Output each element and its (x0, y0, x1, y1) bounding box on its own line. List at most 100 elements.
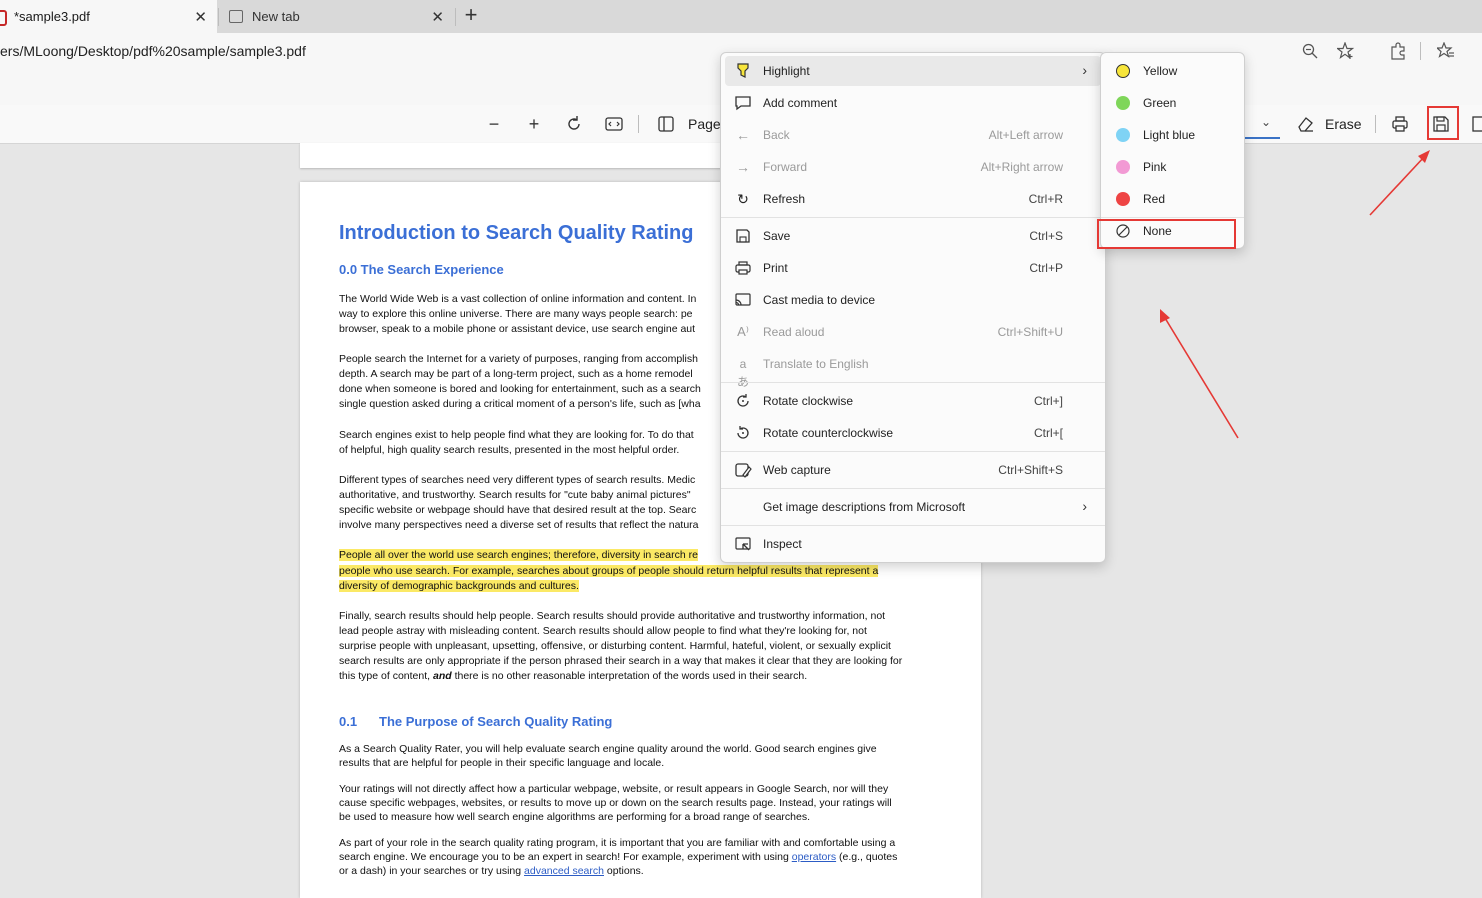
print-icon[interactable] (1391, 115, 1409, 133)
menu-separator (721, 217, 1105, 218)
close-tab-icon[interactable]: ✕ (194, 8, 207, 26)
green-swatch-icon (1116, 96, 1130, 110)
menu-separator (721, 525, 1105, 526)
erase-label[interactable]: Erase (1325, 116, 1362, 132)
operators-link[interactable]: operators (792, 851, 836, 863)
arrowhead-icon (1418, 150, 1430, 163)
text-line: As a Search Quality Rater, you will help… (339, 743, 877, 755)
text-fragment: this type of content, (339, 670, 431, 682)
eraser-icon[interactable] (1296, 115, 1314, 133)
menu-item-shortcut: Ctrl+S (1029, 229, 1063, 243)
menu-item-web-capture[interactable]: Web capture Ctrl+Shift+S (725, 455, 1101, 485)
pdf-icon (0, 10, 7, 26)
text-line: lead people astray with misleading conte… (339, 625, 867, 637)
menu-item-back[interactable]: ← Back Alt+Left arrow (725, 120, 1101, 150)
page-view-icon[interactable] (657, 115, 675, 133)
chevron-right-icon: › (1082, 498, 1087, 514)
menu-item-inspect[interactable]: Inspect (725, 529, 1101, 559)
new-tab-button[interactable]: + (458, 4, 484, 28)
color-option-light-blue[interactable]: Light blue (1105, 120, 1240, 150)
color-option-label: Pink (1143, 160, 1167, 174)
menu-item-save[interactable]: Save Ctrl+S (725, 221, 1101, 251)
color-option-pink[interactable]: Pink (1105, 152, 1240, 182)
menu-item-label: Refresh (763, 192, 806, 206)
section-heading: 0.0 The Search Experience (339, 262, 504, 277)
fit-width-icon[interactable] (605, 116, 623, 132)
menu-item-shortcut: Alt+Left arrow (988, 128, 1063, 142)
context-menu: Highlight › Add comment ← Back Alt+Left … (720, 52, 1106, 563)
menu-item-rotate-counterclockwise[interactable]: Rotate counterclockwise Ctrl+[ (725, 418, 1101, 448)
menu-item-label: Highlight (763, 64, 810, 78)
menu-item-label: Add comment (763, 96, 838, 110)
tab-new-tab[interactable]: New tab ✕ (220, 0, 454, 33)
menu-item-shortcut: Ctrl+[ (1033, 426, 1063, 440)
menu-item-forward[interactable]: → Forward Alt+Right arrow (725, 152, 1101, 182)
menu-item-label: Print (763, 261, 788, 275)
highlighted-text[interactable]: People all over the world use search eng… (339, 549, 698, 561)
url-text[interactable]: ers/MLoong/Desktop/pdf%20sample/sample3.… (0, 43, 306, 59)
section-number: 0.1 (339, 714, 358, 729)
color-option-label: Yellow (1143, 64, 1178, 78)
color-option-yellow[interactable]: Yellow (1105, 56, 1240, 86)
highlighted-text[interactable]: diversity of demographic backgrounds and… (339, 580, 579, 592)
color-option-label: Red (1143, 192, 1166, 206)
color-option-green[interactable]: Green (1105, 88, 1240, 118)
menu-item-label: Get image descriptions from Microsoft (763, 500, 966, 514)
menu-item-print[interactable]: Print Ctrl+P (725, 253, 1101, 283)
add-favorite-icon[interactable] (1337, 42, 1355, 60)
red-swatch-icon (1116, 192, 1130, 206)
zoom-out-icon[interactable]: − (484, 114, 504, 134)
cast-icon (735, 293, 751, 306)
menu-item-shortcut: Ctrl+P (1029, 261, 1063, 275)
menu-item-rotate-clockwise[interactable]: Rotate clockwise Ctrl+] (725, 386, 1101, 416)
menu-item-translate[interactable]: aあ Translate to English (725, 349, 1101, 389)
advanced-search-link[interactable]: advanced search (524, 865, 604, 877)
annotation-box-save (1427, 106, 1459, 140)
toolbar-divider (1375, 115, 1376, 133)
print-icon (735, 261, 751, 275)
menu-item-image-descriptions[interactable]: Get image descriptions from Microsoft › (725, 492, 1101, 522)
annotation-arrow (1369, 155, 1426, 216)
highlighted-text[interactable]: people who use search. For example, sear… (339, 564, 879, 577)
menu-item-label: Save (763, 229, 791, 243)
menu-item-read-aloud[interactable]: A⁾ Read aloud Ctrl+Shift+U (725, 317, 1101, 347)
close-tab-icon[interactable]: ✕ (431, 8, 444, 26)
color-option-red[interactable]: Red (1105, 184, 1240, 214)
highlight-dropdown[interactable]: ⌄ (1243, 111, 1280, 139)
tab-sample3-pdf[interactable]: *sample3.pdf ✕ (0, 0, 217, 33)
rotate-icon[interactable] (565, 115, 583, 133)
tab-divider (455, 8, 456, 26)
zoom-icon[interactable] (1302, 43, 1318, 59)
menu-item-shortcut: Ctrl+R (1028, 192, 1063, 206)
menu-item-refresh[interactable]: ↻ Refresh Ctrl+R (725, 184, 1101, 214)
menu-item-add-comment[interactable]: Add comment (725, 88, 1101, 118)
yellow-swatch-icon (1116, 64, 1130, 78)
tab-strip: *sample3.pdf ✕ New tab ✕ + (0, 0, 1482, 33)
paragraph: As part of your role in the search quali… (339, 836, 945, 878)
paragraph: Finally, search results should help peop… (339, 609, 945, 684)
text-line: surprise people with unpleasant, upsetti… (339, 640, 891, 652)
menu-item-shortcut: Ctrl+Shift+U (997, 325, 1063, 339)
extensions-icon[interactable] (1389, 42, 1407, 60)
menu-item-label: Rotate counterclockwise (763, 426, 894, 440)
text-line: cause specific webpages, websites, or re… (339, 797, 892, 809)
zoom-in-icon[interactable]: + (524, 114, 544, 134)
document-title: Introduction to Search Quality Rating (339, 222, 694, 244)
highlighter-icon (737, 63, 749, 78)
paragraph: As a Search Quality Rater, you will help… (339, 742, 945, 770)
favorites-icon[interactable] (1437, 42, 1455, 60)
menu-item-label: Back (763, 128, 790, 142)
chevron-right-icon: › (1082, 62, 1087, 78)
save-as-icon[interactable] (1472, 115, 1482, 133)
text-fragment: there is no other reasonable interpretat… (454, 670, 808, 682)
text-line: search results are only appropriate if t… (339, 655, 903, 667)
menu-separator (721, 451, 1105, 452)
color-option-label: Green (1143, 96, 1177, 110)
menu-item-label: Forward (763, 160, 808, 174)
tab-title: New tab (252, 9, 300, 24)
menu-item-cast-media[interactable]: Cast media to device (725, 285, 1101, 315)
color-option-label: Light blue (1143, 128, 1196, 142)
page-view-label[interactable]: Page (688, 116, 721, 132)
menu-separator (721, 382, 1105, 383)
menu-item-highlight[interactable]: Highlight › (725, 56, 1101, 86)
